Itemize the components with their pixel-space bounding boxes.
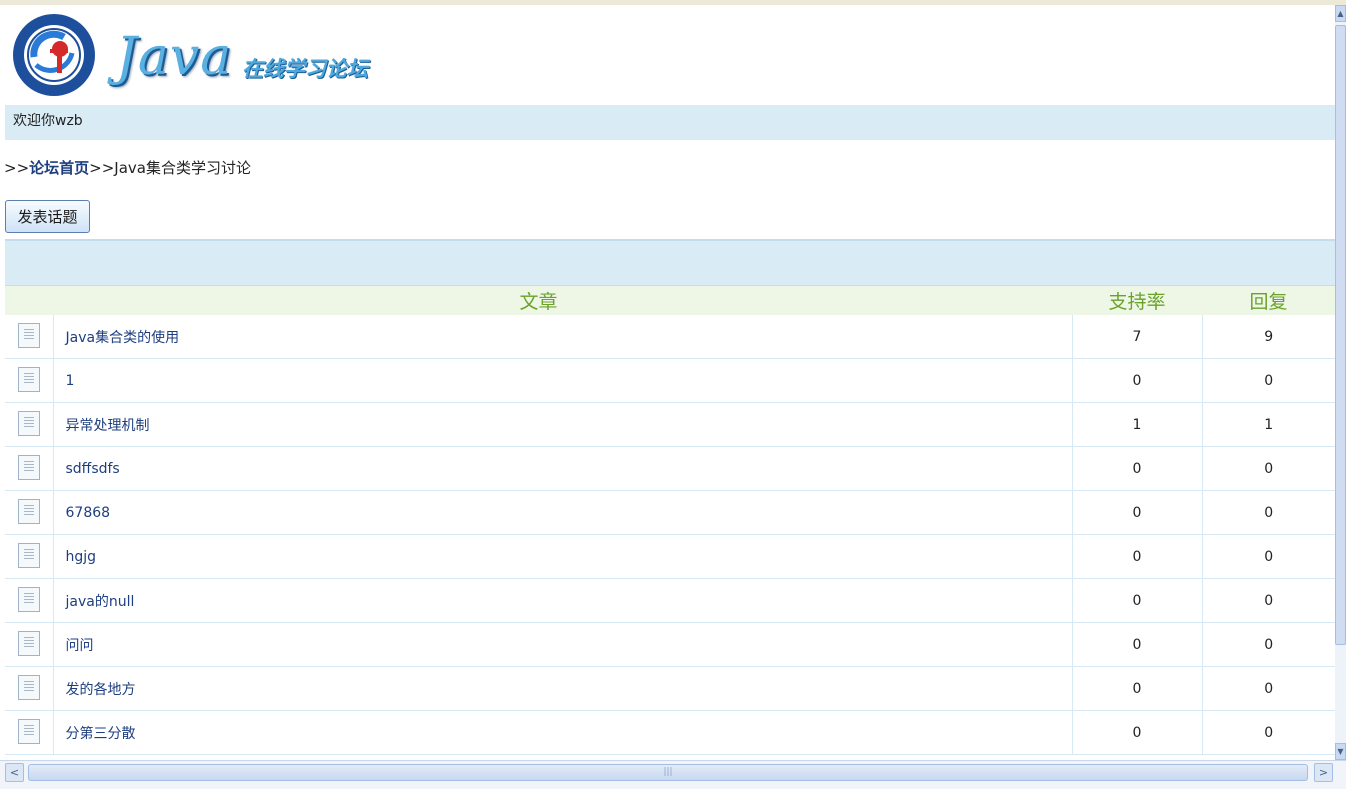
row-title-cell: sdffsdfs — [52, 446, 1073, 491]
row-title-cell: 问问 — [52, 622, 1073, 667]
document-icon — [17, 719, 40, 744]
topic-title-link[interactable]: 发的各地方 — [66, 682, 136, 698]
document-icon — [17, 675, 40, 700]
table-row: 67868 0 0 — [5, 490, 1335, 535]
topic-title-link[interactable]: 67868 — [66, 505, 111, 521]
arrow-left-icon[interactable]: < — [5, 763, 24, 782]
topic-table: 文章 支持率 回复 Java集合类的使用 7 9 1 0 0 异常处理机制 1 1 sdffsdf… — [5, 285, 1335, 755]
table-row: Java集合类的使用 7 9 — [5, 315, 1335, 359]
horizontal-scrollbar[interactable]: < ||| > — [0, 760, 1346, 789]
row-title-cell: Java集合类的使用 — [52, 315, 1073, 359]
row-icon-cell — [5, 490, 53, 535]
row-support-cell: 0 — [1071, 358, 1203, 403]
table-row: 问问 0 0 — [5, 622, 1335, 667]
logo-subtitle: 在线学习论坛 — [242, 57, 368, 81]
row-title-cell: 1 — [52, 358, 1073, 403]
welcome-text: 欢迎你wzb — [13, 113, 83, 129]
vertical-scroll-thumb[interactable] — [1335, 25, 1346, 645]
document-icon — [17, 499, 40, 524]
horizontal-scroll-thumb[interactable]: ||| — [28, 764, 1308, 781]
welcome-bar: 欢迎你wzb — [5, 105, 1335, 140]
breadcrumb-prefix: >> — [4, 159, 30, 177]
row-title-cell: hgjg — [52, 534, 1073, 579]
row-icon-cell — [5, 402, 53, 447]
table-row: sdffsdfs 0 0 — [5, 446, 1335, 491]
row-title-cell: java的null — [52, 578, 1073, 623]
document-icon — [17, 455, 40, 480]
row-title-cell: 异常处理机制 — [52, 402, 1073, 447]
row-reply-cell: 0 — [1201, 534, 1335, 579]
row-reply-cell: 0 — [1201, 490, 1335, 535]
row-icon-cell — [5, 710, 53, 755]
row-icon-cell — [5, 666, 53, 711]
vertical-scrollbar[interactable]: ▲ ▼ — [1335, 5, 1346, 760]
topic-title-link[interactable]: 1 — [66, 373, 75, 389]
row-reply-cell: 0 — [1201, 622, 1335, 667]
document-icon — [17, 323, 40, 348]
document-icon — [17, 631, 40, 656]
breadcrumb-separator: >> — [89, 159, 115, 177]
topic-title-link[interactable]: java的null — [66, 594, 135, 610]
post-topic-button[interactable]: 发表话题 — [5, 200, 90, 233]
arrow-right-icon[interactable]: > — [1314, 763, 1333, 782]
breadcrumb-home-link[interactable]: 论坛首页 — [29, 159, 89, 177]
row-reply-cell: 1 — [1201, 402, 1335, 447]
table-row: java的null 0 0 — [5, 578, 1335, 623]
topic-title-link[interactable]: Java集合类的使用 — [66, 330, 180, 346]
row-reply-cell: 9 — [1201, 315, 1335, 359]
topic-title-link[interactable]: hgjg — [66, 549, 97, 565]
row-reply-cell: 0 — [1201, 358, 1335, 403]
row-icon-cell — [5, 534, 53, 579]
row-title-cell: 67868 — [52, 490, 1073, 535]
arrow-up-icon[interactable]: ▲ — [1335, 5, 1346, 22]
logo-title: Java — [116, 27, 233, 87]
row-support-cell: 7 — [1071, 315, 1203, 359]
column-header-reply: 回复 — [1202, 285, 1335, 315]
row-support-cell: 1 — [1071, 402, 1203, 447]
table-row: 发的各地方 0 0 — [5, 666, 1335, 711]
table-top-band — [5, 239, 1335, 285]
logo-seal-icon — [13, 14, 95, 96]
site-header: Java 在线学习论坛 — [0, 5, 1335, 105]
row-support-cell: 0 — [1071, 710, 1203, 755]
row-icon-cell — [5, 622, 53, 667]
row-support-cell: 0 — [1071, 622, 1203, 667]
document-icon — [17, 411, 40, 436]
row-icon-cell — [5, 578, 53, 623]
breadcrumb-current: Java集合类学习讨论 — [114, 159, 251, 177]
breadcrumb: >>论坛首页>>Java集合类学习讨论 — [4, 156, 251, 180]
topic-title-link[interactable]: 分第三分散 — [66, 726, 136, 742]
row-icon-cell — [5, 446, 53, 491]
row-reply-cell: 0 — [1201, 666, 1335, 711]
row-reply-cell: 0 — [1201, 578, 1335, 623]
topic-title-link[interactable]: 异常处理机制 — [66, 418, 150, 434]
row-reply-cell: 0 — [1201, 710, 1335, 755]
row-support-cell: 0 — [1071, 534, 1203, 579]
row-icon-cell — [5, 358, 53, 403]
table-row: hgjg 0 0 — [5, 534, 1335, 579]
table-row: 分第三分散 0 0 — [5, 710, 1335, 755]
row-title-cell: 分第三分散 — [52, 710, 1073, 755]
row-title-cell: 发的各地方 — [52, 666, 1073, 711]
row-support-cell: 0 — [1071, 666, 1203, 711]
table-row: 1 00 — [5, 358, 1335, 403]
row-support-cell: 0 — [1071, 490, 1203, 535]
row-reply-cell: 0 — [1201, 446, 1335, 491]
column-header-article: 文章 — [5, 285, 1073, 315]
topic-title-link[interactable]: 问问 — [66, 638, 94, 654]
arrow-down-icon[interactable]: ▼ — [1335, 743, 1346, 760]
table-header-row: 文章 支持率 回复 — [5, 285, 1335, 315]
document-icon — [17, 543, 40, 568]
document-icon — [17, 367, 40, 392]
row-support-cell: 0 — [1071, 446, 1203, 491]
document-icon — [17, 587, 40, 612]
page-viewport: Java 在线学习论坛 欢迎你wzb >>论坛首页>>Java集合类学习讨论 发… — [0, 5, 1335, 760]
table-row: 异常处理机制 1 1 — [5, 402, 1335, 447]
topic-table-container: 文章 支持率 回复 Java集合类的使用 7 9 1 0 0 异常处理机制 1 1 sdffsdf… — [5, 239, 1335, 755]
column-header-support: 支持率 — [1072, 285, 1203, 315]
topic-title-link[interactable]: sdffsdfs — [66, 461, 120, 477]
row-icon-cell — [5, 315, 53, 359]
row-support-cell: 0 — [1071, 578, 1203, 623]
